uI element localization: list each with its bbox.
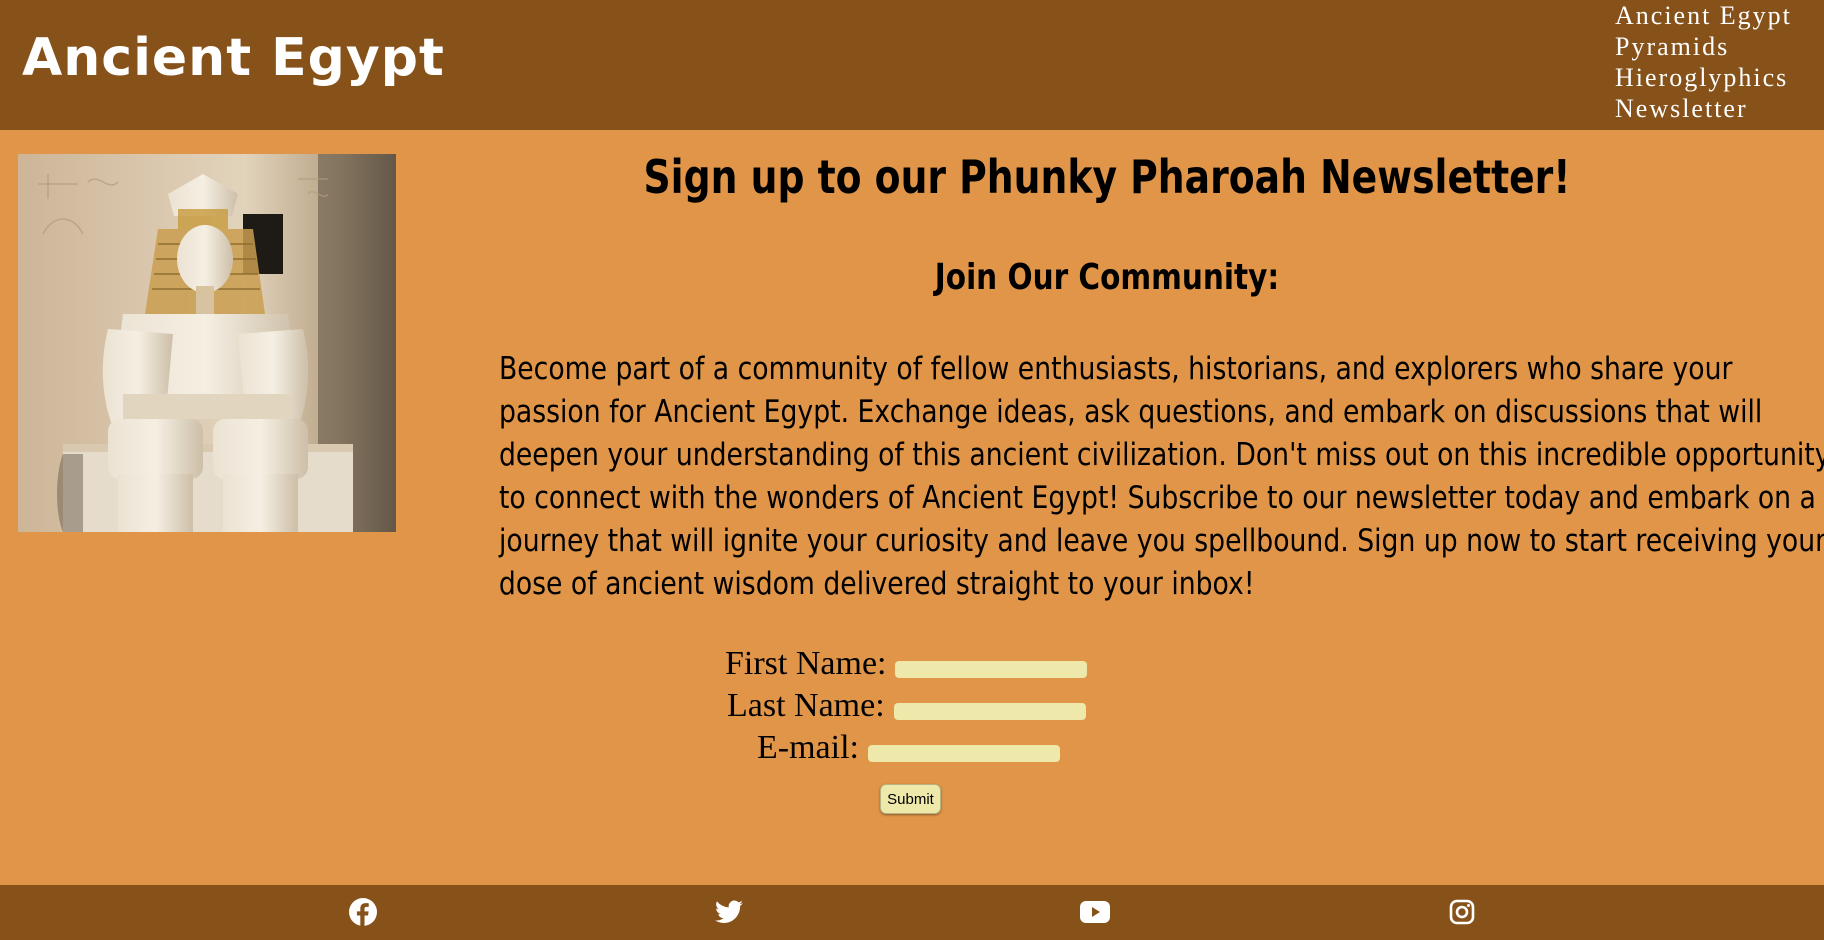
first-name-label: First Name: [725, 645, 887, 682]
community-description: Become part of a community of fellow ent… [400, 348, 1824, 606]
email-row: E-mail: [757, 729, 1060, 767]
nav-item-hieroglyphics[interactable]: Hieroglyphics [1615, 62, 1792, 93]
submit-button[interactable]: Submit [880, 784, 941, 814]
first-name-input[interactable] [895, 660, 1088, 678]
description-line: Become part of a community of fellow ent… [498, 351, 1733, 387]
last-name-input[interactable] [893, 702, 1086, 720]
email-label: E-mail: [757, 729, 859, 766]
site-footer [0, 885, 1824, 940]
nav-item-newsletter[interactable]: Newsletter [1615, 93, 1792, 124]
description-line: dose of ancient wisdom delivered straigh… [498, 566, 1255, 602]
first-name-row: First Name: [725, 645, 1088, 683]
facebook-icon[interactable] [348, 897, 378, 927]
description-line: deepen your understanding of this ancien… [498, 437, 1824, 473]
last-name-label: Last Name: [727, 687, 885, 724]
youtube-icon[interactable] [1080, 897, 1110, 927]
description-line: to connect with the wonders of Ancient E… [498, 480, 1816, 516]
twitter-icon[interactable] [714, 897, 744, 927]
main-nav: Ancient Egypt Pyramids Hieroglyphics New… [1615, 0, 1792, 124]
pharaoh-statue-image [18, 154, 396, 532]
community-heading: Join Our Community: [934, 257, 1280, 298]
site-title: Ancient Egypt [22, 28, 445, 88]
email-input[interactable] [867, 744, 1060, 762]
description-line: journey that will ignite your curiosity … [498, 523, 1824, 559]
site-header: Ancient Egypt Ancient Egypt Pyramids Hie… [0, 0, 1824, 130]
nav-item-ancient-egypt[interactable]: Ancient Egypt [1615, 0, 1792, 31]
page-heading: Sign up to our Phunky Pharoah Newsletter… [643, 150, 1571, 204]
description-line: passion for Ancient Egypt. Exchange idea… [498, 394, 1763, 430]
nav-item-pyramids[interactable]: Pyramids [1615, 31, 1792, 62]
last-name-row: Last Name: [727, 687, 1086, 725]
instagram-icon[interactable] [1447, 897, 1477, 927]
